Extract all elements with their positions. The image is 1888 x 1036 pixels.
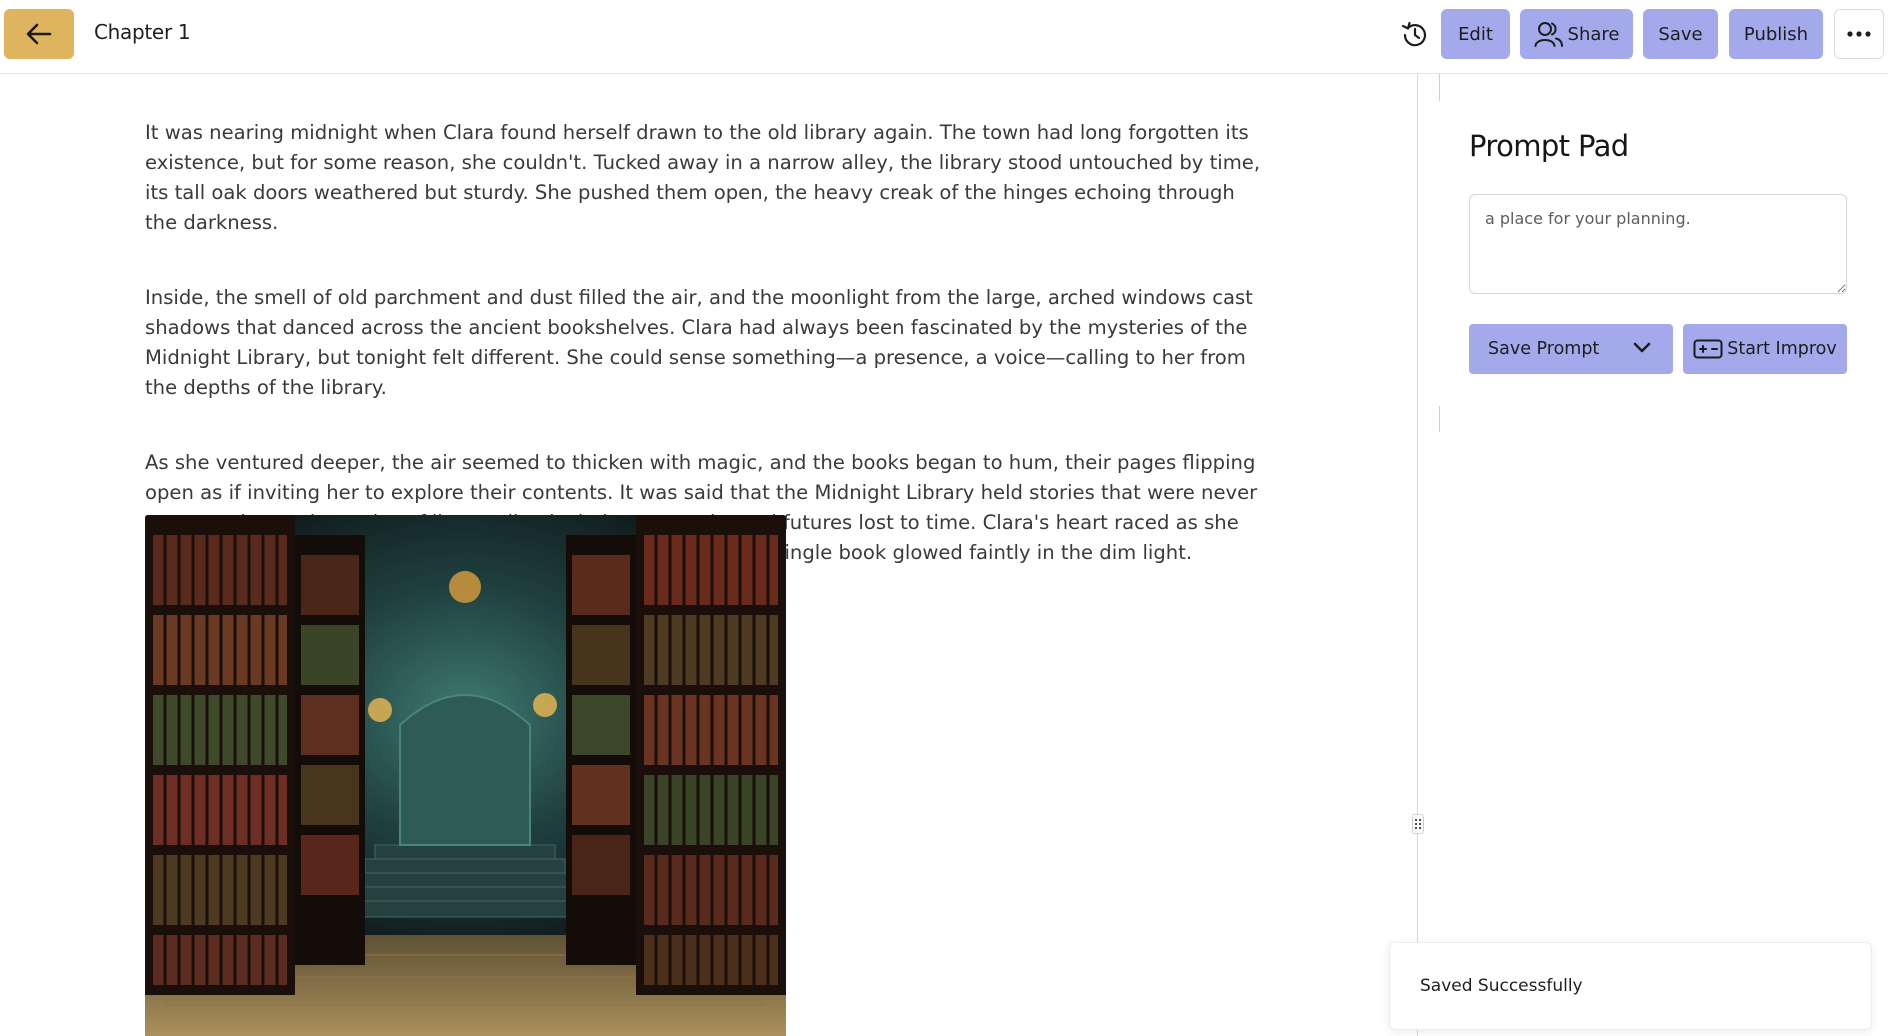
story-illustration [145,515,786,1036]
share-button-label: Share [1567,23,1620,45]
edit-button[interactable]: Edit [1441,9,1510,59]
top-bar: Chapter 1 Edit Share Save Publish [0,0,1888,74]
grip-vertical-icon [1414,818,1422,830]
chapter-title[interactable]: Chapter 1 [94,20,191,44]
panel-guide [1439,406,1440,432]
more-horizontal-icon [1847,31,1871,37]
publish-button-label: Publish [1743,23,1809,45]
publish-button[interactable]: Publish [1729,9,1823,59]
story-paragraph[interactable]: It was nearing midnight when Clara found… [145,118,1270,238]
users-icon [1534,22,1563,47]
start-improv-button[interactable]: Start Improv [1683,324,1847,374]
save-prompt-label: Save Prompt [1488,339,1600,359]
history-button[interactable] [1398,18,1432,52]
story-paragraph[interactable]: Inside, the smell of old parchment and d… [145,283,1270,403]
panel-divider [1417,74,1418,1036]
gamepad-icon [1693,339,1723,359]
library-illustration [145,515,786,1036]
edit-button-label: Edit [1458,23,1493,45]
panel-guide [1439,74,1440,101]
save-prompt-button[interactable]: Save Prompt [1469,324,1673,374]
more-options-button[interactable] [1834,9,1884,59]
save-button[interactable]: Save [1643,9,1718,59]
toast-notification: Saved Successfully [1389,942,1872,1030]
start-improv-label: Start Improv [1727,339,1837,359]
back-button[interactable] [4,9,74,59]
toast-message: Saved Successfully [1420,976,1583,996]
save-button-label: Save [1658,23,1703,45]
prompt-pad-title: Prompt Pad [1469,129,1629,163]
history-icon [1401,21,1427,47]
chevron-down-icon[interactable] [1633,341,1651,355]
story-editor[interactable]: It was nearing midnight when Clara found… [145,118,1270,575]
arrow-left-icon [26,23,52,45]
share-button[interactable]: Share [1520,9,1633,59]
resize-handle[interactable] [1412,814,1424,834]
prompt-pad-textarea[interactable] [1469,194,1847,294]
